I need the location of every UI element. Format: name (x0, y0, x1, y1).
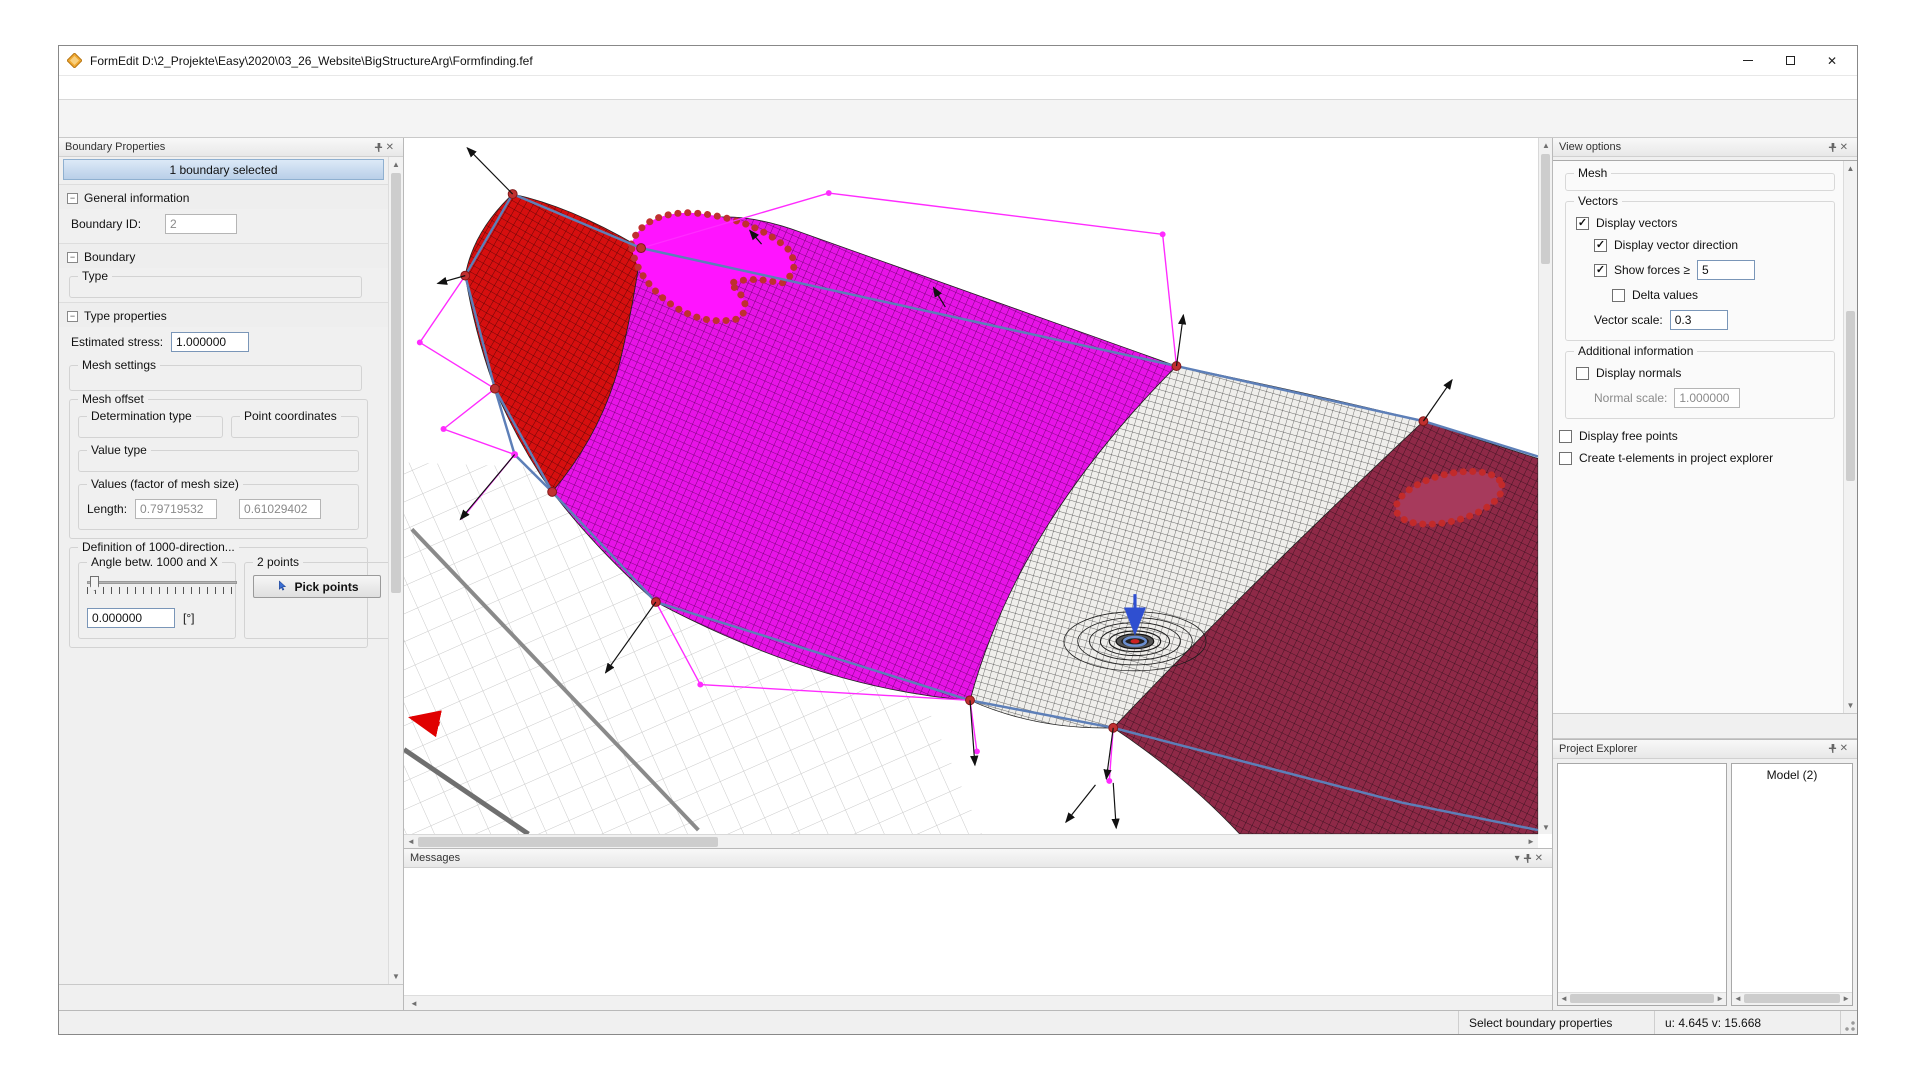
show-forces-checkbox[interactable] (1594, 264, 1607, 277)
section-general-information[interactable]: −General information (59, 184, 388, 209)
display-vectors-label: Display vectors (1596, 216, 1677, 230)
messages-horizontal-scrollbar[interactable]: ◄ (404, 995, 1552, 1010)
collapse-icon[interactable]: − (67, 252, 78, 263)
cursor-icon (275, 580, 288, 593)
project-explorer-panel: Project Explorer ✕ ◄► Model (2) ◄► (1553, 739, 1857, 1010)
display-normals-checkbox[interactable] (1576, 367, 1589, 380)
values-length-1000-field[interactable] (135, 499, 217, 519)
project-tree: ◄► (1557, 763, 1727, 1006)
tree-horizontal-scrollbar[interactable]: ◄► (1558, 992, 1726, 1005)
minimize-button[interactable] (1731, 49, 1765, 73)
status-message: Select boundary properties (1459, 1011, 1655, 1034)
mesh-group-label: Mesh (1574, 166, 1611, 180)
pin-icon[interactable] (1828, 143, 1837, 152)
toolbar (59, 100, 1857, 138)
angle-unit: [°] (183, 611, 194, 625)
boundary-properties-title: Boundary Properties (65, 141, 165, 153)
show-forces-field[interactable] (1697, 260, 1755, 280)
determination-type-label: Determination type (87, 409, 196, 423)
delta-values-checkbox[interactable] (1612, 289, 1625, 302)
display-vector-direction-checkbox[interactable] (1594, 239, 1607, 252)
create-t-elements-checkbox[interactable] (1559, 452, 1572, 465)
view-options-scrollbar[interactable]: ▲ ▼ (1843, 161, 1857, 713)
mesh-offset-label: Mesh offset (78, 392, 148, 406)
resize-grip[interactable] (1841, 1011, 1857, 1034)
values-length-2000-field[interactable] (239, 499, 321, 519)
additional-info-label: Additional information (1574, 344, 1697, 358)
title-bar: FormEdit D:\2_Projekte\Easy\2020\03_26_W… (59, 46, 1857, 76)
section-boundary[interactable]: −Boundary (59, 243, 388, 268)
pick-points-button[interactable]: Pick points (253, 575, 381, 598)
status-bar: Select boundary properties u: 4.645 v: 1… (59, 1010, 1857, 1034)
right-tabstrip (1553, 713, 1857, 739)
list-horizontal-scrollbar[interactable]: ◄► (1732, 992, 1852, 1005)
app-window: FormEdit D:\2_Projekte\Easy\2020\03_26_W… (58, 45, 1858, 1035)
collapse-icon[interactable]: − (67, 311, 78, 322)
viewport-vertical-scrollbar[interactable]: ▲ ▼ (1538, 138, 1552, 834)
section-type-properties[interactable]: −Type properties (59, 302, 388, 327)
angle-slider[interactable] (87, 581, 237, 594)
view-options-panel: View options ✕ Mesh Vectors Display vect… (1553, 138, 1857, 713)
viewport-horizontal-scrollbar[interactable]: ◄ ► (404, 834, 1538, 848)
project-explorer-title: Project Explorer (1559, 743, 1637, 755)
close-panel-icon[interactable]: ✕ (383, 142, 397, 153)
angle-field[interactable] (87, 608, 175, 628)
normal-scale-field[interactable] (1674, 388, 1740, 408)
boundary-id-field[interactable] (165, 214, 237, 234)
boundary-properties-caption: Boundary Properties ✕ (59, 138, 403, 157)
selection-banner: 1 boundary selected (63, 159, 384, 180)
vector-scale-label: Vector scale: (1594, 313, 1663, 327)
direction-group-label: Definition of 1000-direction... (78, 540, 239, 554)
mesh-settings-label: Mesh settings (78, 358, 160, 372)
vectors-group-label: Vectors (1574, 194, 1622, 208)
collapse-icon[interactable]: − (67, 193, 78, 204)
maximize-button[interactable] (1773, 49, 1807, 73)
display-free-points-checkbox[interactable] (1559, 430, 1572, 443)
3d-viewport[interactable]: ▲ ▼ ◄ ► (404, 138, 1552, 848)
pin-icon[interactable] (374, 143, 383, 152)
values-label: Values (factor of mesh size) (87, 477, 243, 491)
model-list: Model (2) ◄► (1731, 763, 1853, 1006)
viewport-canvas[interactable] (404, 138, 1538, 834)
pin-icon[interactable] (1523, 854, 1532, 863)
value-type-label: Value type (87, 443, 151, 457)
close-button[interactable]: ✕ (1815, 49, 1849, 73)
app-icon (67, 53, 82, 68)
angle-group-label: Angle betw. 1000 and X (87, 555, 222, 569)
messages-log[interactable] (404, 868, 1552, 995)
view-options-title: View options (1559, 141, 1621, 153)
status-coordinates: u: 4.645 v: 15.668 (1655, 1011, 1841, 1034)
status-empty-field (59, 1011, 1459, 1034)
close-messages-icon[interactable]: ✕ (1532, 853, 1546, 864)
messages-title: Messages (410, 852, 460, 864)
pin-icon[interactable] (1828, 744, 1837, 753)
normal-scale-label: Normal scale: (1594, 391, 1667, 405)
show-forces-label: Show forces ≥ (1614, 263, 1690, 277)
estimated-stress-field[interactable] (171, 332, 249, 352)
display-vector-direction-label: Display vector direction (1614, 238, 1738, 252)
model-list-title: Model (2) (1732, 764, 1852, 788)
boundary-id-label: Boundary ID: (71, 217, 157, 231)
close-view-options-icon[interactable]: ✕ (1837, 142, 1851, 153)
type-group-label: Type (78, 269, 112, 283)
display-vectors-checkbox[interactable] (1576, 217, 1589, 230)
delta-values-label: Delta values (1632, 288, 1698, 302)
window-title: FormEdit D:\2_Projekte\Easy\2020\03_26_W… (90, 54, 1723, 68)
point-coordinates-label: Point coordinates (240, 409, 341, 423)
boundary-properties-panel: 1 boundary selected −General information… (59, 157, 403, 984)
values-length-label: Length: (87, 502, 127, 516)
display-free-points-label: Display free points (1579, 429, 1678, 443)
menu-bar (59, 76, 1857, 100)
display-normals-label: Display normals (1596, 366, 1681, 380)
two-points-label: 2 points (253, 555, 303, 569)
left-bottom-tabstrip (59, 984, 403, 1010)
vector-scale-field[interactable] (1670, 310, 1728, 330)
left-panel-scrollbar[interactable]: ▲ ▼ (388, 157, 403, 984)
close-project-explorer-icon[interactable]: ✕ (1837, 743, 1851, 754)
estimated-stress-label: Estimated stress: (71, 335, 163, 349)
dropdown-icon[interactable]: ▾ (1512, 853, 1523, 864)
messages-panel: Messages ▾ ✕ ◄ (404, 848, 1552, 1010)
create-t-elements-label: Create t-elements in project explorer (1579, 451, 1773, 465)
